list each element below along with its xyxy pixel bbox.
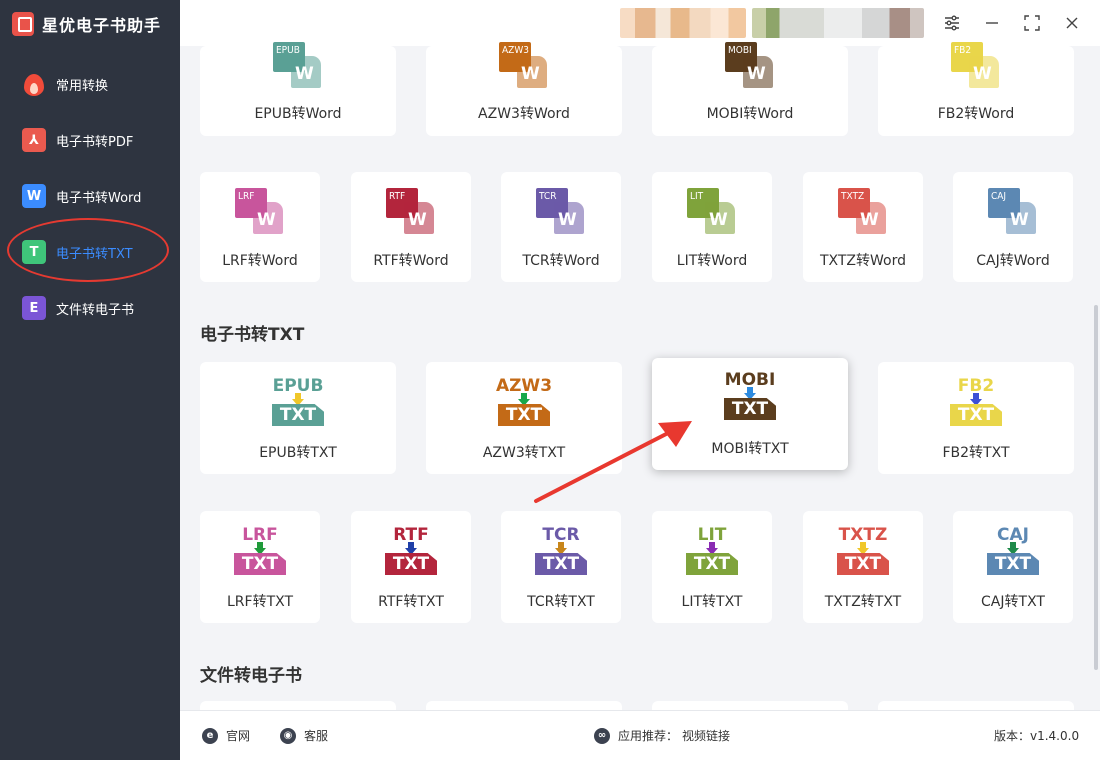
recommend-area: ∞ 应用推荐： 视频链接 bbox=[594, 727, 730, 744]
convert-card-rtf-word[interactable]: RTF W RTF转Word bbox=[351, 172, 471, 282]
card-label: FB2转Word bbox=[937, 106, 1015, 122]
convert-card-fb2-word[interactable]: FB2 W FB2转Word bbox=[878, 42, 1074, 136]
website-link[interactable]: e 官网 bbox=[202, 727, 250, 744]
app-logo-icon bbox=[12, 12, 34, 36]
epub-word-icon: EPUB W bbox=[273, 42, 323, 90]
convert-card-caj-txt[interactable]: CAJ TXT CAJ转TXT bbox=[953, 511, 1073, 623]
section-title-ebook-to-txt: 电子书转TXT bbox=[200, 325, 305, 345]
convert-card-partial[interactable] bbox=[200, 701, 396, 710]
blurred-user-info bbox=[620, 8, 746, 38]
pdf-icon: ⅄ bbox=[22, 128, 46, 152]
sidebar-item-ebook-to-word[interactable]: W 电子书转Word bbox=[22, 181, 141, 211]
section-title-file-to-ebook: 文件转电子书 bbox=[200, 666, 302, 686]
card-label: LRF转TXT bbox=[226, 594, 294, 610]
convert-card-caj-word[interactable]: CAJ W CAJ转Word bbox=[953, 172, 1073, 282]
settings-icon[interactable] bbox=[942, 13, 962, 33]
card-label: RTF转Word bbox=[373, 253, 449, 269]
version-text: 版本：v1.4.0.0 bbox=[994, 729, 1080, 743]
convert-card-lrf-word[interactable]: LRF W LRF转Word bbox=[200, 172, 320, 282]
sidebar-item-common[interactable]: 常用转换 bbox=[22, 69, 108, 99]
brand: 星优电子书助手 bbox=[12, 10, 161, 38]
maximize-icon[interactable] bbox=[1022, 13, 1042, 33]
sidebar-item-label: 常用转换 bbox=[56, 78, 109, 94]
chat-icon: ◉ bbox=[280, 727, 296, 744]
ie-icon: e bbox=[202, 727, 218, 744]
sidebar-item-label: 电子书转Word bbox=[56, 190, 142, 206]
lit-txt-icon: LIT TXT bbox=[682, 525, 742, 581]
convert-card-partial[interactable] bbox=[878, 701, 1074, 710]
card-label: MOBI转Word bbox=[706, 106, 794, 122]
card-label: RTF转TXT bbox=[378, 594, 444, 610]
video-link[interactable]: 视频链接 bbox=[682, 727, 730, 744]
fb2-txt-icon: FB2 TXT bbox=[946, 376, 1006, 432]
flame-icon bbox=[22, 71, 46, 97]
convert-card-fb2-txt[interactable]: FB2 TXT FB2转TXT bbox=[878, 362, 1074, 474]
convert-card-partial[interactable] bbox=[426, 701, 622, 710]
sidebar-item-label: 电子书转PDF bbox=[56, 134, 134, 150]
sidebar-item-label: 电子书转TXT bbox=[56, 246, 133, 262]
mobi-word-icon: MOBI W bbox=[725, 42, 775, 90]
txt-icon: T bbox=[22, 240, 46, 264]
convert-card-tcr-txt[interactable]: TCR TXT TCR转TXT bbox=[501, 511, 621, 623]
convert-card-rtf-txt[interactable]: RTF TXT RTF转TXT bbox=[351, 511, 471, 623]
caj-word-icon: CAJ W bbox=[988, 188, 1038, 236]
card-label: LIT转TXT bbox=[681, 594, 743, 610]
card-label: AZW3转Word bbox=[478, 106, 570, 122]
website-label: 官网 bbox=[226, 729, 251, 743]
card-label: LIT转Word bbox=[676, 253, 748, 269]
sidebar-item-label: 文件转电子书 bbox=[56, 302, 135, 318]
minimize-icon[interactable] bbox=[982, 13, 1002, 33]
convert-card-lit-word[interactable]: LIT W LIT转Word bbox=[652, 172, 772, 282]
txtz-txt-icon: TXTZ TXT bbox=[837, 525, 889, 575]
mobi-txt-icon: MOBI TXT bbox=[724, 370, 776, 420]
card-label: CAJ转TXT bbox=[981, 594, 1045, 610]
convert-card-azw3-word[interactable]: AZW3 W AZW3转Word bbox=[426, 42, 622, 136]
convert-card-epub-txt[interactable]: EPUB TXT EPUB转TXT bbox=[200, 362, 396, 474]
caj-txt-icon: CAJ TXT bbox=[983, 525, 1043, 581]
sidebar-item-file-to-ebook[interactable]: E 文件转电子书 bbox=[22, 293, 134, 323]
link-icon: ∞ bbox=[594, 727, 610, 744]
vertical-scrollbar[interactable] bbox=[1094, 305, 1098, 670]
convert-card-txtz-word[interactable]: TXTZ W TXTZ转Word bbox=[803, 172, 923, 282]
convert-card-partial[interactable] bbox=[652, 701, 848, 710]
azw3-word-icon: AZW3 W bbox=[499, 42, 549, 90]
card-label: EPUB转Word bbox=[254, 106, 342, 122]
convert-card-epub-word[interactable]: EPUB W EPUB转Word bbox=[200, 42, 396, 136]
rtf-word-icon: RTF W bbox=[386, 188, 436, 236]
support-label: 客服 bbox=[304, 729, 329, 743]
word-icon: W bbox=[22, 184, 46, 208]
card-label: EPUB转TXT bbox=[259, 445, 337, 461]
convert-card-lit-txt[interactable]: LIT TXT LIT转TXT bbox=[652, 511, 772, 623]
card-label: LRF转Word bbox=[222, 253, 298, 269]
tcr-word-icon: TCR W bbox=[536, 188, 586, 236]
app-title: 星优电子书助手 bbox=[42, 16, 162, 35]
sidebar: 星优电子书助手 常用转换 ⅄ 电子书转PDF W 电子书转Word T 电子书转… bbox=[0, 0, 180, 760]
lit-word-icon: LIT W bbox=[687, 188, 737, 236]
ebook-icon: E bbox=[22, 296, 46, 320]
rtf-txt-icon: RTF TXT bbox=[381, 525, 441, 581]
fb2-word-icon: FB2 W bbox=[951, 42, 1001, 90]
sidebar-item-ebook-to-pdf[interactable]: ⅄ 电子书转PDF bbox=[22, 125, 133, 155]
card-label: TXTZ转TXT bbox=[824, 594, 902, 610]
blurred-avatar bbox=[752, 8, 924, 38]
convert-card-lrf-txt[interactable]: LRF TXT LRF转TXT bbox=[200, 511, 320, 623]
convert-card-tcr-word[interactable]: TCR W TCR转Word bbox=[501, 172, 621, 282]
close-icon[interactable] bbox=[1062, 13, 1082, 33]
card-label: TXTZ转Word bbox=[819, 253, 907, 269]
lrf-txt-icon: LRF TXT bbox=[230, 525, 290, 581]
support-link[interactable]: ◉ 客服 bbox=[280, 727, 328, 744]
card-label: CAJ转Word bbox=[976, 253, 1050, 269]
lrf-word-icon: LRF W bbox=[235, 188, 285, 236]
epub-txt-icon: EPUB TXT bbox=[272, 376, 324, 426]
card-label: FB2转TXT bbox=[942, 445, 1010, 461]
card-label: TCR转TXT bbox=[527, 594, 595, 610]
convert-card-txtz-txt[interactable]: TXTZ TXT TXTZ转TXT bbox=[803, 511, 923, 623]
pointer-arrow-annotation bbox=[534, 421, 692, 503]
txtz-word-icon: TXTZ W bbox=[838, 188, 888, 236]
sidebar-item-ebook-to-txt[interactable]: T 电子书转TXT bbox=[22, 237, 133, 267]
card-label: TCR转Word bbox=[522, 253, 600, 269]
tcr-txt-icon: TCR TXT bbox=[531, 525, 591, 581]
convert-card-mobi-word[interactable]: MOBI W MOBI转Word bbox=[652, 42, 848, 136]
recommend-label: 应用推荐： bbox=[618, 729, 679, 743]
